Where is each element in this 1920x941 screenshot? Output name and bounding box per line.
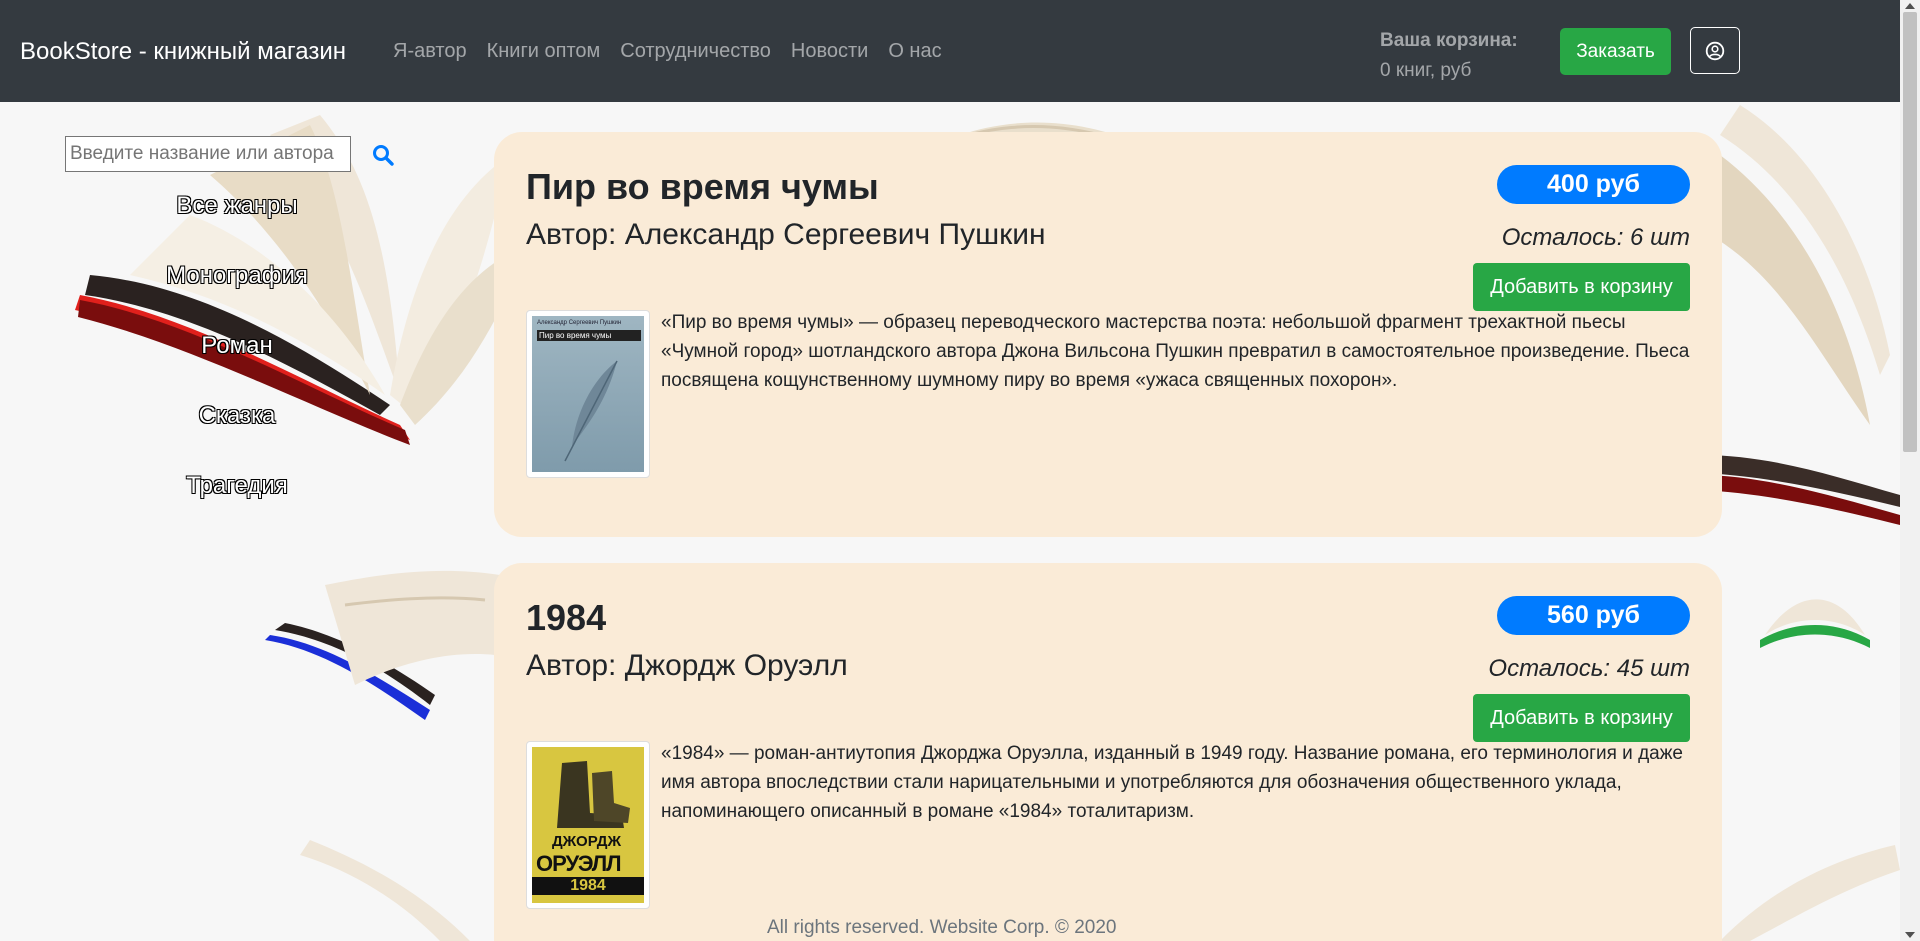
search-icon bbox=[373, 145, 394, 166]
price-badge: 560 руб bbox=[1497, 596, 1690, 635]
scroll-down-arrow-icon[interactable] bbox=[1905, 932, 1915, 938]
cover-title-text: Пир во время чумы bbox=[537, 330, 641, 341]
scroll-up-arrow-icon[interactable] bbox=[1905, 3, 1915, 9]
nav-link-news[interactable]: Новости bbox=[791, 40, 868, 63]
genre-list: Все жанры Монография Роман Сказка Трагед… bbox=[90, 192, 384, 542]
nav-link-author[interactable]: Я-автор bbox=[393, 40, 467, 63]
cover-author-line: ДЖОРДЖ bbox=[552, 833, 622, 850]
book-illustration-right-small bbox=[1760, 599, 1870, 648]
feather-illustration bbox=[564, 360, 618, 462]
stock-count: Осталось: 6 шт bbox=[1501, 224, 1690, 251]
nav-link-cooperation[interactable]: Сотрудничество bbox=[620, 40, 771, 63]
book-cover-image: ДЖОРДЖ ОРУЭЛЛ 1984 bbox=[526, 741, 650, 909]
profile-button[interactable] bbox=[1690, 27, 1740, 74]
book-title: Пир во время чумы bbox=[526, 166, 879, 207]
genre-fairy-tale[interactable]: Сказка bbox=[90, 402, 384, 472]
book-card: 1984 Автор: Джордж Оруэлл 560 руб Остало… bbox=[494, 563, 1722, 941]
stock-count: Осталось: 45 шт bbox=[1488, 655, 1690, 682]
price-badge: 400 руб bbox=[1497, 165, 1690, 204]
boots-illustration bbox=[557, 761, 630, 828]
book-author: Автор: Александр Сергеевич Пушкин bbox=[526, 218, 1046, 251]
user-circle-icon bbox=[1705, 41, 1725, 60]
nav-link-wholesale[interactable]: Книги оптом bbox=[487, 40, 601, 63]
genre-novel[interactable]: Роман bbox=[90, 332, 384, 402]
add-to-cart-button[interactable]: Добавить в корзину bbox=[1473, 694, 1690, 742]
book-author: Автор: Джордж Оруэлл bbox=[526, 649, 848, 682]
footer-copyright: All rights reserved. Website Corp. © 202… bbox=[767, 917, 1117, 938]
book-illustration-bottom-left bbox=[300, 840, 470, 941]
book-title: 1984 bbox=[526, 597, 607, 638]
genre-monograph[interactable]: Монография bbox=[90, 262, 384, 332]
top-navbar: BookStore - книжный магазин Я-автор Книг… bbox=[0, 0, 1900, 102]
nav-link-about[interactable]: О нас bbox=[888, 40, 941, 63]
cover-surname-line: ОРУЭЛЛ bbox=[536, 851, 622, 876]
page-scrollbar[interactable] bbox=[1900, 0, 1920, 941]
scrollbar-thumb[interactable] bbox=[1903, 12, 1917, 452]
order-button[interactable]: Заказать bbox=[1560, 28, 1671, 75]
book-illustration-middle-left bbox=[265, 570, 500, 720]
cart-summary: Ваша корзина: 0 книг, руб bbox=[1380, 26, 1518, 87]
book-illustration-bottom-right bbox=[1720, 845, 1900, 941]
cart-title: Ваша корзина: bbox=[1380, 30, 1518, 51]
book-cover-image: Александр Сергеевич Пушкин Пир во время … bbox=[526, 310, 650, 478]
book-description: «1984» — роман-антиутопия Джорджа Оруэлл… bbox=[661, 743, 1684, 822]
book-description: «Пир во время чумы» — образец переводчес… bbox=[661, 312, 1690, 391]
brand-link[interactable]: BookStore - книжный магазин bbox=[20, 38, 346, 66]
nav-menu: Я-автор Книги оптом Сотрудничество Новос… bbox=[393, 40, 942, 63]
cover-author-text: Александр Сергеевич Пушкин bbox=[537, 320, 622, 326]
genre-tragedy[interactable]: Трагедия bbox=[90, 472, 384, 542]
add-to-cart-button[interactable]: Добавить в корзину bbox=[1473, 263, 1690, 311]
book-illustration-right bbox=[1700, 105, 1900, 525]
search-button[interactable] bbox=[372, 144, 396, 168]
book-card: Пир во время чумы Автор: Александр Серге… bbox=[494, 132, 1722, 537]
cover-number-line: 1984 bbox=[532, 877, 644, 895]
cart-count: 0 книг, руб bbox=[1380, 60, 1472, 82]
search-input[interactable] bbox=[65, 136, 351, 172]
genre-all[interactable]: Все жанры bbox=[90, 192, 384, 262]
